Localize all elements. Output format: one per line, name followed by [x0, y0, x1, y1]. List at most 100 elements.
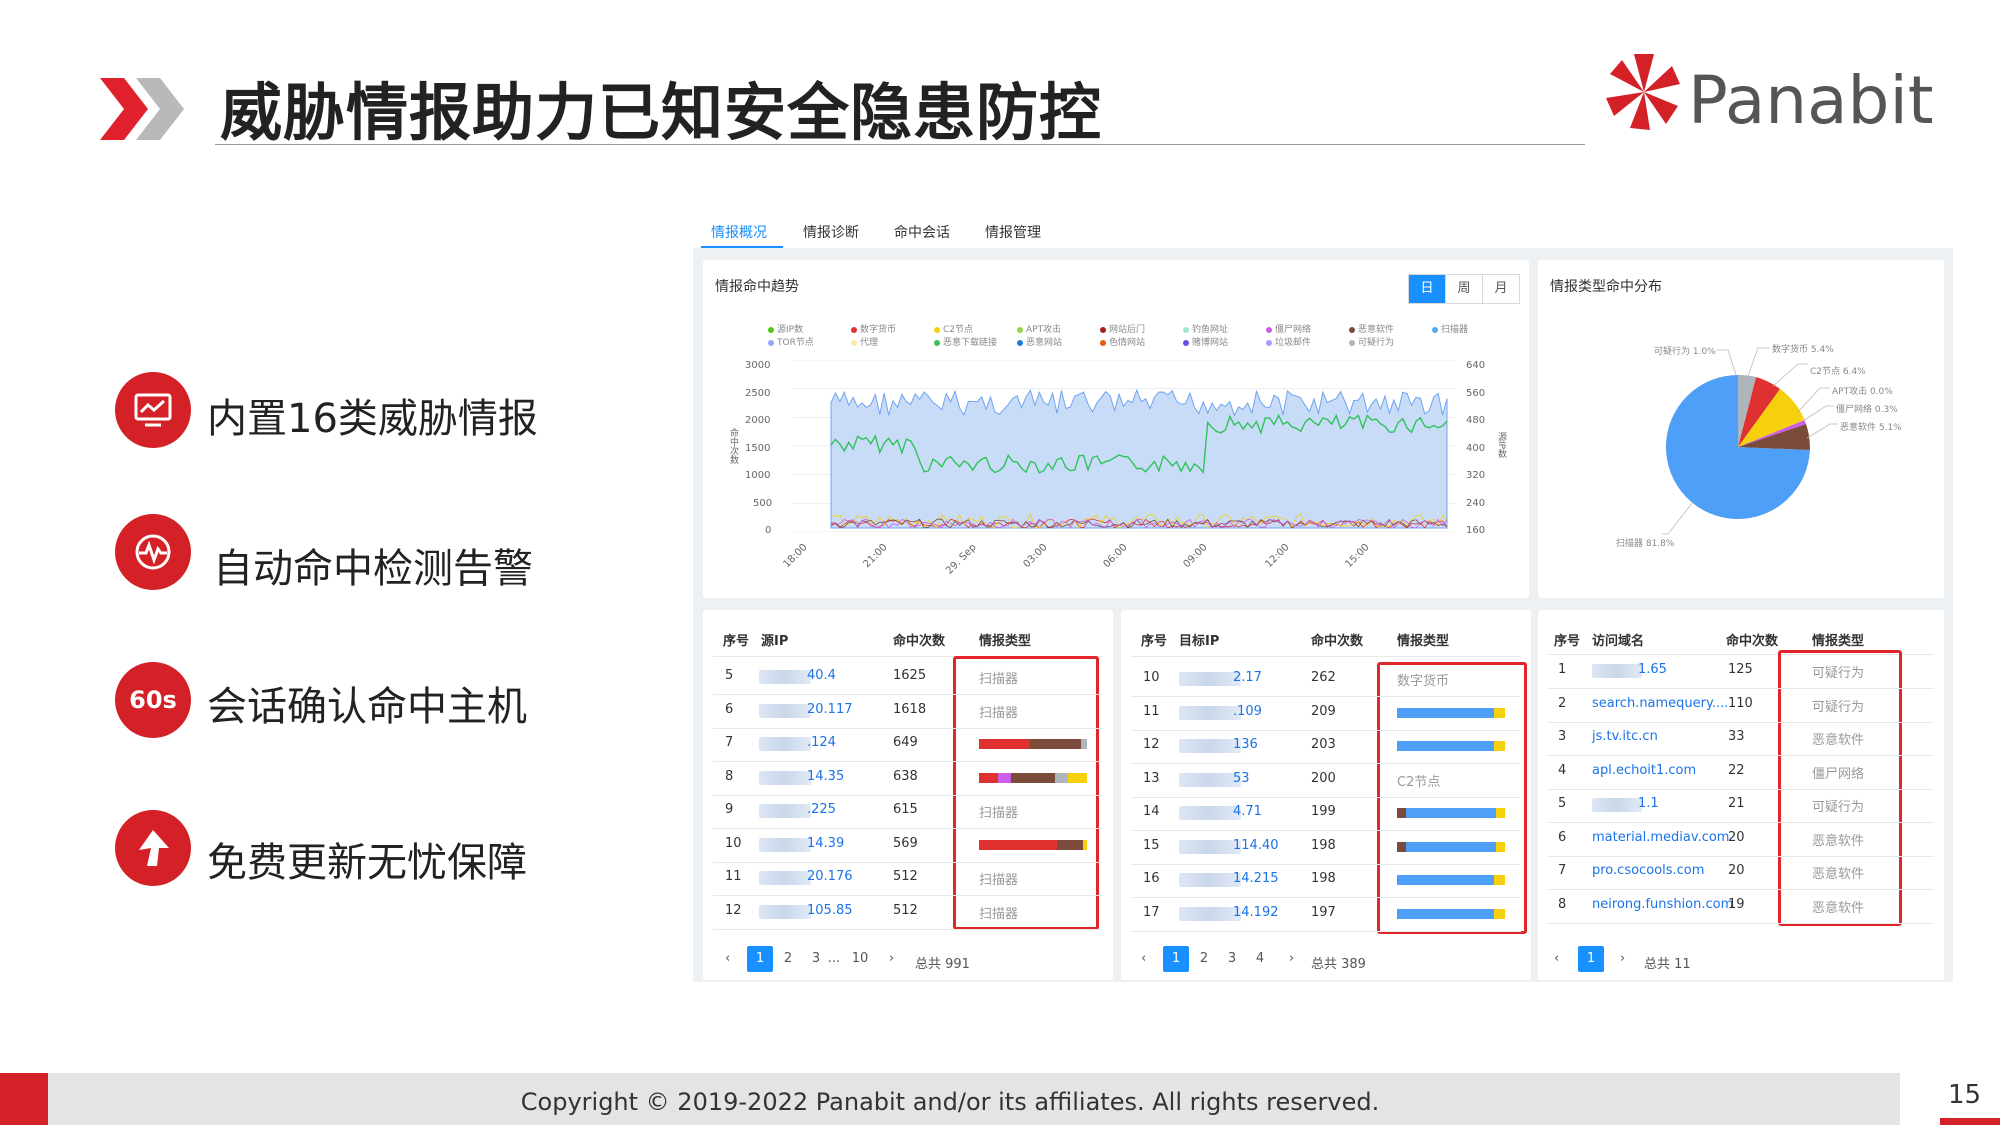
pager-prev-icon[interactable]: ‹ [1554, 951, 1559, 966]
row-index: 4 [1558, 762, 1567, 778]
dest-ip[interactable]: .109 [1233, 704, 1262, 719]
bar-segment [1011, 772, 1055, 783]
page-button[interactable]: 1 [747, 946, 773, 972]
legend-item[interactable]: APT攻击 [1017, 322, 1100, 335]
pie-label: 数字货币 5.4% [1772, 345, 1834, 355]
intel-type-bar [1397, 908, 1505, 919]
intel-type: 扫描器 [979, 873, 1019, 888]
legend-item[interactable]: 数字货币 [851, 322, 934, 335]
row-index: 8 [725, 768, 734, 784]
domain-link[interactable]: js.tv.itc.cn [1592, 729, 1658, 744]
hit-count: 20 [1728, 829, 1745, 845]
feature-label: 免费更新无忧保障 [207, 840, 527, 886]
period-week-button[interactable]: 周 [1446, 275, 1483, 303]
source-ip[interactable]: 40.4 [807, 668, 836, 683]
source-ip[interactable]: 20.176 [807, 869, 853, 884]
page-ellipsis: ... [827, 951, 841, 966]
pager-next-icon[interactable]: › [889, 951, 894, 966]
tab-sessions[interactable]: 命中会话 [894, 222, 950, 242]
tab-diagnosis[interactable]: 情报诊断 [803, 222, 859, 242]
domain-link[interactable]: material.mediav.com [1592, 830, 1729, 845]
y-right-tick: 560 [1466, 388, 1486, 399]
row-divider [1131, 930, 1521, 932]
hit-count: 649 [893, 735, 918, 750]
source-ip[interactable]: 14.35 [807, 769, 844, 784]
domain-link[interactable]: 1.1 [1638, 796, 1659, 811]
period-switch: 日 周 月 [1408, 274, 1520, 304]
intel-type: 僵尸网络 [1812, 766, 1865, 782]
period-month-button[interactable]: 月 [1483, 275, 1519, 303]
hit-count: 512 [893, 902, 918, 918]
page-button[interactable]: 3 [1219, 946, 1245, 972]
legend-item[interactable]: 恶意下载链接 [934, 335, 1017, 348]
hit-count: 200 [1311, 770, 1336, 786]
row-index: 6 [725, 701, 734, 717]
source-ip[interactable]: 105.85 [807, 903, 853, 918]
row-divider [1131, 729, 1521, 731]
legend-item[interactable]: 扫描器 [1432, 322, 1515, 335]
page-button[interactable]: 10 [847, 946, 873, 972]
legend-item[interactable]: 网站后门 [1100, 322, 1183, 335]
dest-ip[interactable]: 136 [1233, 737, 1258, 752]
pager-prev-icon[interactable]: ‹ [1141, 951, 1146, 966]
source-ip[interactable]: .124 [807, 735, 836, 750]
pager-prev-icon[interactable]: ‹ [725, 951, 730, 966]
legend-swatch [851, 339, 857, 346]
hit-count: 209 [1311, 703, 1336, 719]
legend-label: 代理 [860, 338, 879, 348]
source-ip[interactable]: 14.39 [807, 836, 844, 851]
domain-link[interactable]: pro.csocools.com [1592, 863, 1704, 878]
redacted-value [1592, 664, 1642, 678]
legend-item[interactable]: 恶意网站 [1017, 335, 1100, 348]
dest-ip[interactable]: 14.192 [1233, 905, 1279, 920]
page-button[interactable]: 1 [1578, 946, 1604, 972]
dest-ip[interactable]: 14.215 [1233, 871, 1279, 886]
trend-legend-row1: 源IP数 数字货币 C2节点 APT攻击 网站后门 钓鱼网址 僵尸网络 恶意软件 扫描器 [768, 322, 1515, 335]
pie-label: 僵尸网络 0.3% [1836, 405, 1898, 415]
page-button[interactable]: 2 [1191, 946, 1217, 972]
legend-item[interactable]: 赌博网站 [1183, 335, 1266, 348]
legend-item[interactable]: 僵尸网络 [1266, 322, 1349, 335]
domain-link[interactable]: 1.65 [1638, 662, 1667, 677]
page-button[interactable]: 2 [775, 946, 801, 972]
domain-link[interactable]: apl.echoit1.com [1592, 763, 1696, 778]
row-divider [713, 928, 1103, 930]
redacted-value [1179, 806, 1241, 820]
legend-label: TOR节点 [777, 338, 814, 348]
dest-ip[interactable]: 114.40 [1233, 838, 1279, 853]
legend-item[interactable]: 代理 [851, 335, 934, 348]
legend-item[interactable]: 钓鱼网址 [1183, 322, 1266, 335]
pulse-icon [115, 514, 191, 590]
legend-item[interactable]: 恶意软件 [1349, 322, 1432, 335]
feature-item: 自动命中检测告警 [115, 514, 595, 594]
dest-ip[interactable]: 2.17 [1233, 670, 1262, 685]
pager-next-icon[interactable]: › [1620, 951, 1625, 966]
dest-ip[interactable]: 53 [1233, 771, 1250, 786]
header-divider [1131, 656, 1521, 657]
legend-swatch [1266, 326, 1272, 333]
legend-item[interactable]: 源IP数 [768, 322, 851, 335]
legend-item[interactable]: 垃圾邮件 [1266, 335, 1349, 348]
bar-segment [1029, 739, 1081, 749]
legend-item[interactable]: TOR节点 [768, 335, 851, 348]
legend-item[interactable]: 色情网站 [1100, 335, 1183, 348]
page-button[interactable]: 4 [1247, 946, 1273, 972]
source-ip[interactable]: 20.117 [807, 702, 853, 717]
tab-management[interactable]: 情报管理 [985, 222, 1041, 242]
tab-overview[interactable]: 情报概况 [711, 222, 767, 242]
domain-link[interactable]: search.namequery.... [1592, 696, 1728, 711]
pie-title: 情报类型命中分布 [1550, 279, 1662, 295]
hit-count: 198 [1311, 871, 1336, 886]
col-header: 命中次数 [1311, 634, 1364, 649]
dest-ip[interactable]: 4.71 [1233, 804, 1262, 819]
row-index: 12 [1143, 737, 1160, 752]
period-day-button[interactable]: 日 [1409, 275, 1446, 303]
page-button[interactable]: 1 [1163, 946, 1189, 972]
legend-item[interactable]: 可疑行为 [1349, 335, 1432, 348]
bar-segment [1067, 772, 1087, 783]
source-ip[interactable]: .225 [807, 802, 836, 817]
legend-item[interactable]: C2节点 [934, 322, 1017, 335]
row-divider [1131, 897, 1521, 898]
domain-link[interactable]: neirong.funshion.com [1592, 897, 1733, 912]
pager-next-icon[interactable]: › [1289, 951, 1294, 966]
